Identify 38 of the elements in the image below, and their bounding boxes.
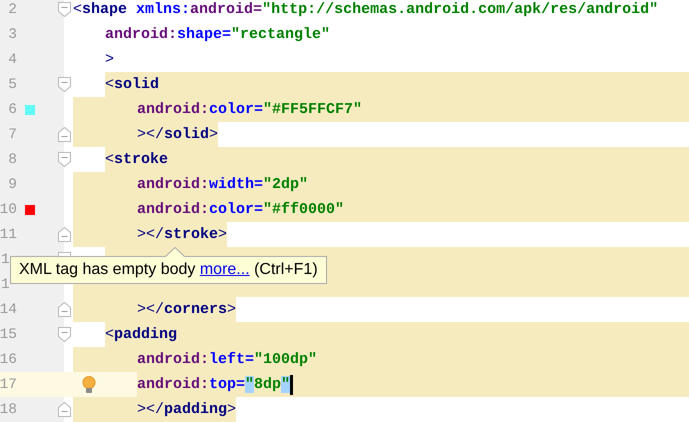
line-number: 17 <box>0 376 17 392</box>
line-number: 15 <box>0 326 17 342</box>
line-number: 8 <box>7 152 17 168</box>
code-line: > <box>105 50 114 70</box>
fold-end-icon[interactable] <box>58 227 71 242</box>
line-number: 11 <box>0 226 17 242</box>
line-number: 9 <box>7 176 17 192</box>
code-line: android:top="8dp" <box>137 375 290 395</box>
fold-end-icon[interactable] <box>58 302 71 317</box>
line-number: 1 <box>1 252 11 268</box>
fold-collapse-icon[interactable] <box>58 2 71 17</box>
line-number: 16 <box>0 352 17 368</box>
fold-collapse-icon[interactable] <box>58 327 71 342</box>
line-number: 3 <box>7 26 17 42</box>
tooltip-text: XML tag has empty body more... (Ctrl+F1) <box>19 261 318 278</box>
color-swatch-icon[interactable] <box>25 104 35 114</box>
line-number: 2 <box>7 2 17 18</box>
line-number: 14 <box>0 302 17 318</box>
line-number: 18 <box>0 402 17 418</box>
color-swatch-icon[interactable] <box>25 204 35 214</box>
fold-collapse-icon[interactable] <box>58 152 71 167</box>
code-line: android:left="100dp" <box>137 350 318 370</box>
fold-collapse-icon[interactable] <box>58 77 71 92</box>
line-number: 6 <box>7 102 17 118</box>
code-line: <shape xmlns:android="http://schemas.android.com/apk/res/android" <box>73 0 658 20</box>
line-number: 5 <box>7 76 17 92</box>
lightbulb-icon[interactable] <box>82 376 96 394</box>
fold-end-icon[interactable] <box>58 402 71 417</box>
more-link[interactable]: more... <box>200 261 250 278</box>
code-line: android:color="#FF5FFCF7" <box>137 100 362 120</box>
line-number: 10 <box>0 202 17 218</box>
line-number: 1 <box>1 276 11 292</box>
code-line: android:width="2dp" <box>137 175 308 195</box>
line-number: 7 <box>7 126 17 142</box>
code-line: android:shape="rectangle" <box>105 25 330 45</box>
fold-end-icon[interactable] <box>58 127 71 142</box>
line-number: 4 <box>7 52 17 68</box>
code-line: android:color="#ff0000" <box>137 200 344 220</box>
